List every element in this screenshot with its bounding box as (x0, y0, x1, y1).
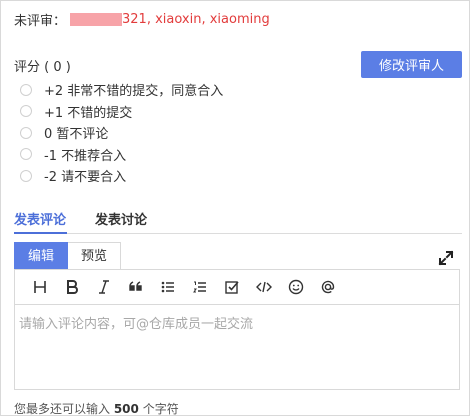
rating-option-label: -1 不推荐合入 (44, 148, 127, 164)
fullscreen-icon[interactable] (438, 250, 454, 266)
rating-title: 评分 ( 0 ) (14, 60, 71, 75)
edit-reviewers-button[interactable]: 修改评审人 (361, 51, 462, 78)
radio-button[interactable] (20, 148, 32, 161)
heading-icon[interactable] (24, 276, 56, 298)
rating-option-label: 0 暂不评论 (44, 127, 109, 143)
char-counter: 您最多还可以输入 500 个字符 (14, 400, 179, 417)
code-icon[interactable] (248, 276, 280, 298)
editor-mode-tabs: 编辑 预览 (14, 242, 122, 270)
redacted-name (70, 13, 123, 26)
task-list-icon[interactable] (216, 276, 248, 298)
emoji-icon[interactable] (280, 276, 312, 298)
rating-option-plus1[interactable]: +1 不错的提交 (20, 101, 223, 123)
unordered-list-icon[interactable] (152, 276, 184, 298)
rating-option-plus2[interactable]: +2 非常不错的提交，同意合入 (20, 79, 223, 101)
quote-icon[interactable] (120, 276, 152, 298)
tab-edit[interactable]: 编辑 (14, 242, 69, 270)
rating-option-minus1[interactable]: -1 不推荐合入 (20, 144, 223, 166)
unreviewed-names: 321, xiaoxin, xiaoming (122, 12, 270, 27)
counter-prefix: 您最多还可以输入 (14, 402, 114, 416)
rating-option-label: +1 不错的提交 (44, 105, 133, 121)
radio-button[interactable] (20, 83, 32, 96)
italic-icon[interactable] (88, 276, 120, 298)
mention-icon[interactable] (312, 276, 344, 298)
counter-value: 500 (113, 402, 139, 416)
radio-button[interactable] (20, 169, 32, 182)
tab-comment[interactable]: 发表评论 (14, 209, 66, 228)
counter-suffix: 个字符 (138, 402, 179, 416)
rating-option-label: -2 请不要合入 (44, 170, 127, 186)
rating-option-minus2[interactable]: -2 请不要合入 (20, 165, 223, 187)
comment-tabs: 发表评论 发表讨论 (14, 207, 462, 234)
active-tab-indicator (14, 232, 67, 234)
editor-toolbar (14, 269, 460, 305)
unreviewed-label: 未评审： (14, 14, 67, 29)
ordered-list-icon[interactable] (184, 276, 216, 298)
tab-preview[interactable]: 预览 (68, 242, 122, 270)
bold-icon[interactable] (56, 276, 88, 298)
comment-input[interactable] (14, 305, 460, 390)
tab-discussion[interactable]: 发表讨论 (95, 209, 147, 228)
rating-option-zero[interactable]: 0 暂不评论 (20, 122, 223, 144)
radio-button[interactable] (20, 105, 32, 118)
rating-option-label: +2 非常不错的提交，同意合入 (44, 84, 224, 100)
unreviewed-line: 未评审： 321, xiaoxin, xiaoming (14, 10, 270, 29)
radio-button[interactable] (20, 126, 32, 139)
review-panel: 未评审： 321, xiaoxin, xiaoming 评分 ( 0 ) 修改评… (0, 0, 470, 416)
rating-options: +2 非常不错的提交，同意合入 +1 不错的提交 0 暂不评论 -1 不推荐合入… (20, 79, 223, 187)
